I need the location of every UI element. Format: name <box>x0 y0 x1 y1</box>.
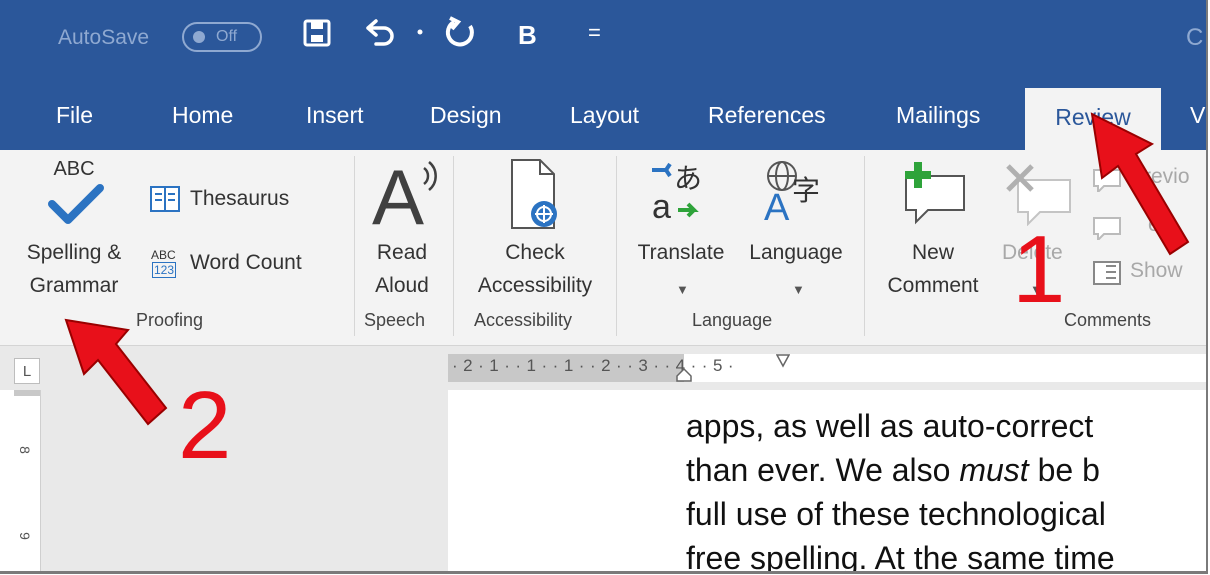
group-label-comments: Comments <box>1064 310 1152 330</box>
translate-label: Translate <box>637 241 725 264</box>
translate-icon: あa <box>648 160 708 227</box>
group-separator <box>354 156 355 336</box>
tab-home[interactable]: Home <box>172 102 233 129</box>
ruler-marks: ·2·1··1··1··2··3··4··5· <box>452 356 740 375</box>
word-window: AutoSave Off B = C File Home Insert Desi… <box>0 0 1208 574</box>
group-separator <box>616 156 617 336</box>
annotation-arrow-1-icon <box>1080 110 1200 265</box>
autosave-toggle[interactable]: Off <box>182 22 262 52</box>
language-dropdown-icon: ▼ <box>792 282 805 297</box>
check-label-line2: Accessibility <box>477 274 593 297</box>
group-label-accessibility: Accessibility <box>474 310 573 330</box>
document-text[interactable]: apps, as well as auto-correct than ever.… <box>686 404 1115 574</box>
group-label-speech: Speech <box>364 310 426 330</box>
ribbon-tabs: File Home Insert Design Layout Reference… <box>0 88 1206 150</box>
check-accessibility-icon <box>508 158 564 235</box>
language-label: Language <box>749 241 843 264</box>
read-label-line1: Read <box>376 241 428 264</box>
annotation-arrow-2-icon <box>62 316 172 441</box>
undo-icon[interactable] <box>362 16 398 55</box>
read-aloud-button[interactable]: A Read Aloud <box>358 153 446 302</box>
bold-button[interactable]: B <box>518 20 537 51</box>
doc-line-2: than ever. We also must be b <box>686 452 1100 488</box>
annotation-number-1: 1 <box>1012 216 1066 323</box>
word-count-button[interactable]: ABC 123 Word Count <box>150 246 350 282</box>
spelling-label-line1: Spelling & <box>26 241 122 264</box>
vruler-margin <box>14 390 40 396</box>
thesaurus-label: Thesaurus <box>190 187 290 210</box>
autosave-state: Off <box>216 28 238 45</box>
first-line-indent-marker-icon[interactable] <box>775 354 791 373</box>
doc-line-1: apps, as well as auto-correct <box>686 408 1094 444</box>
tab-references[interactable]: References <box>708 102 826 129</box>
new-comment-icon <box>898 160 970 231</box>
doc-line-4: free spelling. At the same time <box>686 540 1115 574</box>
word-count-icon: ABC 123 <box>151 248 177 278</box>
tab-insert[interactable]: Insert <box>306 102 364 129</box>
language-icon: A字 <box>762 158 828 229</box>
vertical-ruler[interactable]: 8 9 <box>14 390 41 571</box>
svg-text:A: A <box>764 187 790 222</box>
group-separator <box>453 156 454 336</box>
word-count-label: Word Count <box>190 251 302 274</box>
tab-design[interactable]: Design <box>430 102 502 129</box>
check-accessibility-button[interactable]: Check Accessibility <box>458 154 612 302</box>
doc-line-3: full use of these technological <box>686 496 1106 532</box>
translate-dropdown-icon: ▼ <box>676 282 689 297</box>
thesaurus-icon <box>150 186 180 217</box>
svg-text:字: 字 <box>792 174 820 207</box>
group-label-language: Language <box>692 310 773 330</box>
redo-icon[interactable] <box>444 16 478 55</box>
thesaurus-button[interactable]: Thesaurus <box>150 182 330 216</box>
horizontal-ruler[interactable]: ·2·1··1··1··2··3··4··5· <box>448 354 1206 382</box>
tab-layout[interactable]: Layout <box>570 102 639 129</box>
new-comment-line1: New <box>911 241 954 264</box>
window-title: C <box>1186 24 1204 51</box>
read-label-line2: Aloud <box>375 274 429 297</box>
tab-selector-icon[interactable]: L <box>14 358 40 384</box>
undo-dropdown-icon[interactable] <box>414 24 426 42</box>
toggle-knob <box>193 31 205 43</box>
svg-text:a: a <box>652 188 671 222</box>
autosave-label: AutoSave <box>58 26 150 49</box>
svg-text:A: A <box>372 154 424 230</box>
checkmark-icon <box>48 184 104 229</box>
abc-label: ABC <box>53 158 95 180</box>
check-label-line1: Check <box>505 241 565 264</box>
tab-file[interactable]: File <box>56 102 93 129</box>
title-bar: AutoSave Off B = C <box>0 0 1206 88</box>
save-icon[interactable] <box>302 18 332 53</box>
vruler-mark-8: 8 <box>16 446 33 454</box>
svg-text:あ: あ <box>674 162 702 195</box>
translate-button[interactable]: あa Translate ▼ <box>622 154 740 302</box>
group-separator <box>864 156 865 336</box>
tab-mailings[interactable]: Mailings <box>896 102 980 129</box>
vruler-mark-9: 9 <box>16 532 33 540</box>
spelling-grammar-button[interactable]: ABC Spelling & Grammar <box>6 154 142 302</box>
customize-qat-icon[interactable]: = <box>588 20 601 46</box>
new-comment-button[interactable]: New Comment <box>870 154 996 302</box>
read-aloud-icon: A <box>370 153 440 241</box>
spelling-label-line2: Grammar <box>29 274 119 297</box>
new-comment-line2: Comment <box>887 274 979 297</box>
left-indent-marker-icon[interactable] <box>676 367 692 387</box>
language-button[interactable]: A字 Language ▼ <box>734 154 858 302</box>
annotation-number-2: 2 <box>178 372 232 479</box>
